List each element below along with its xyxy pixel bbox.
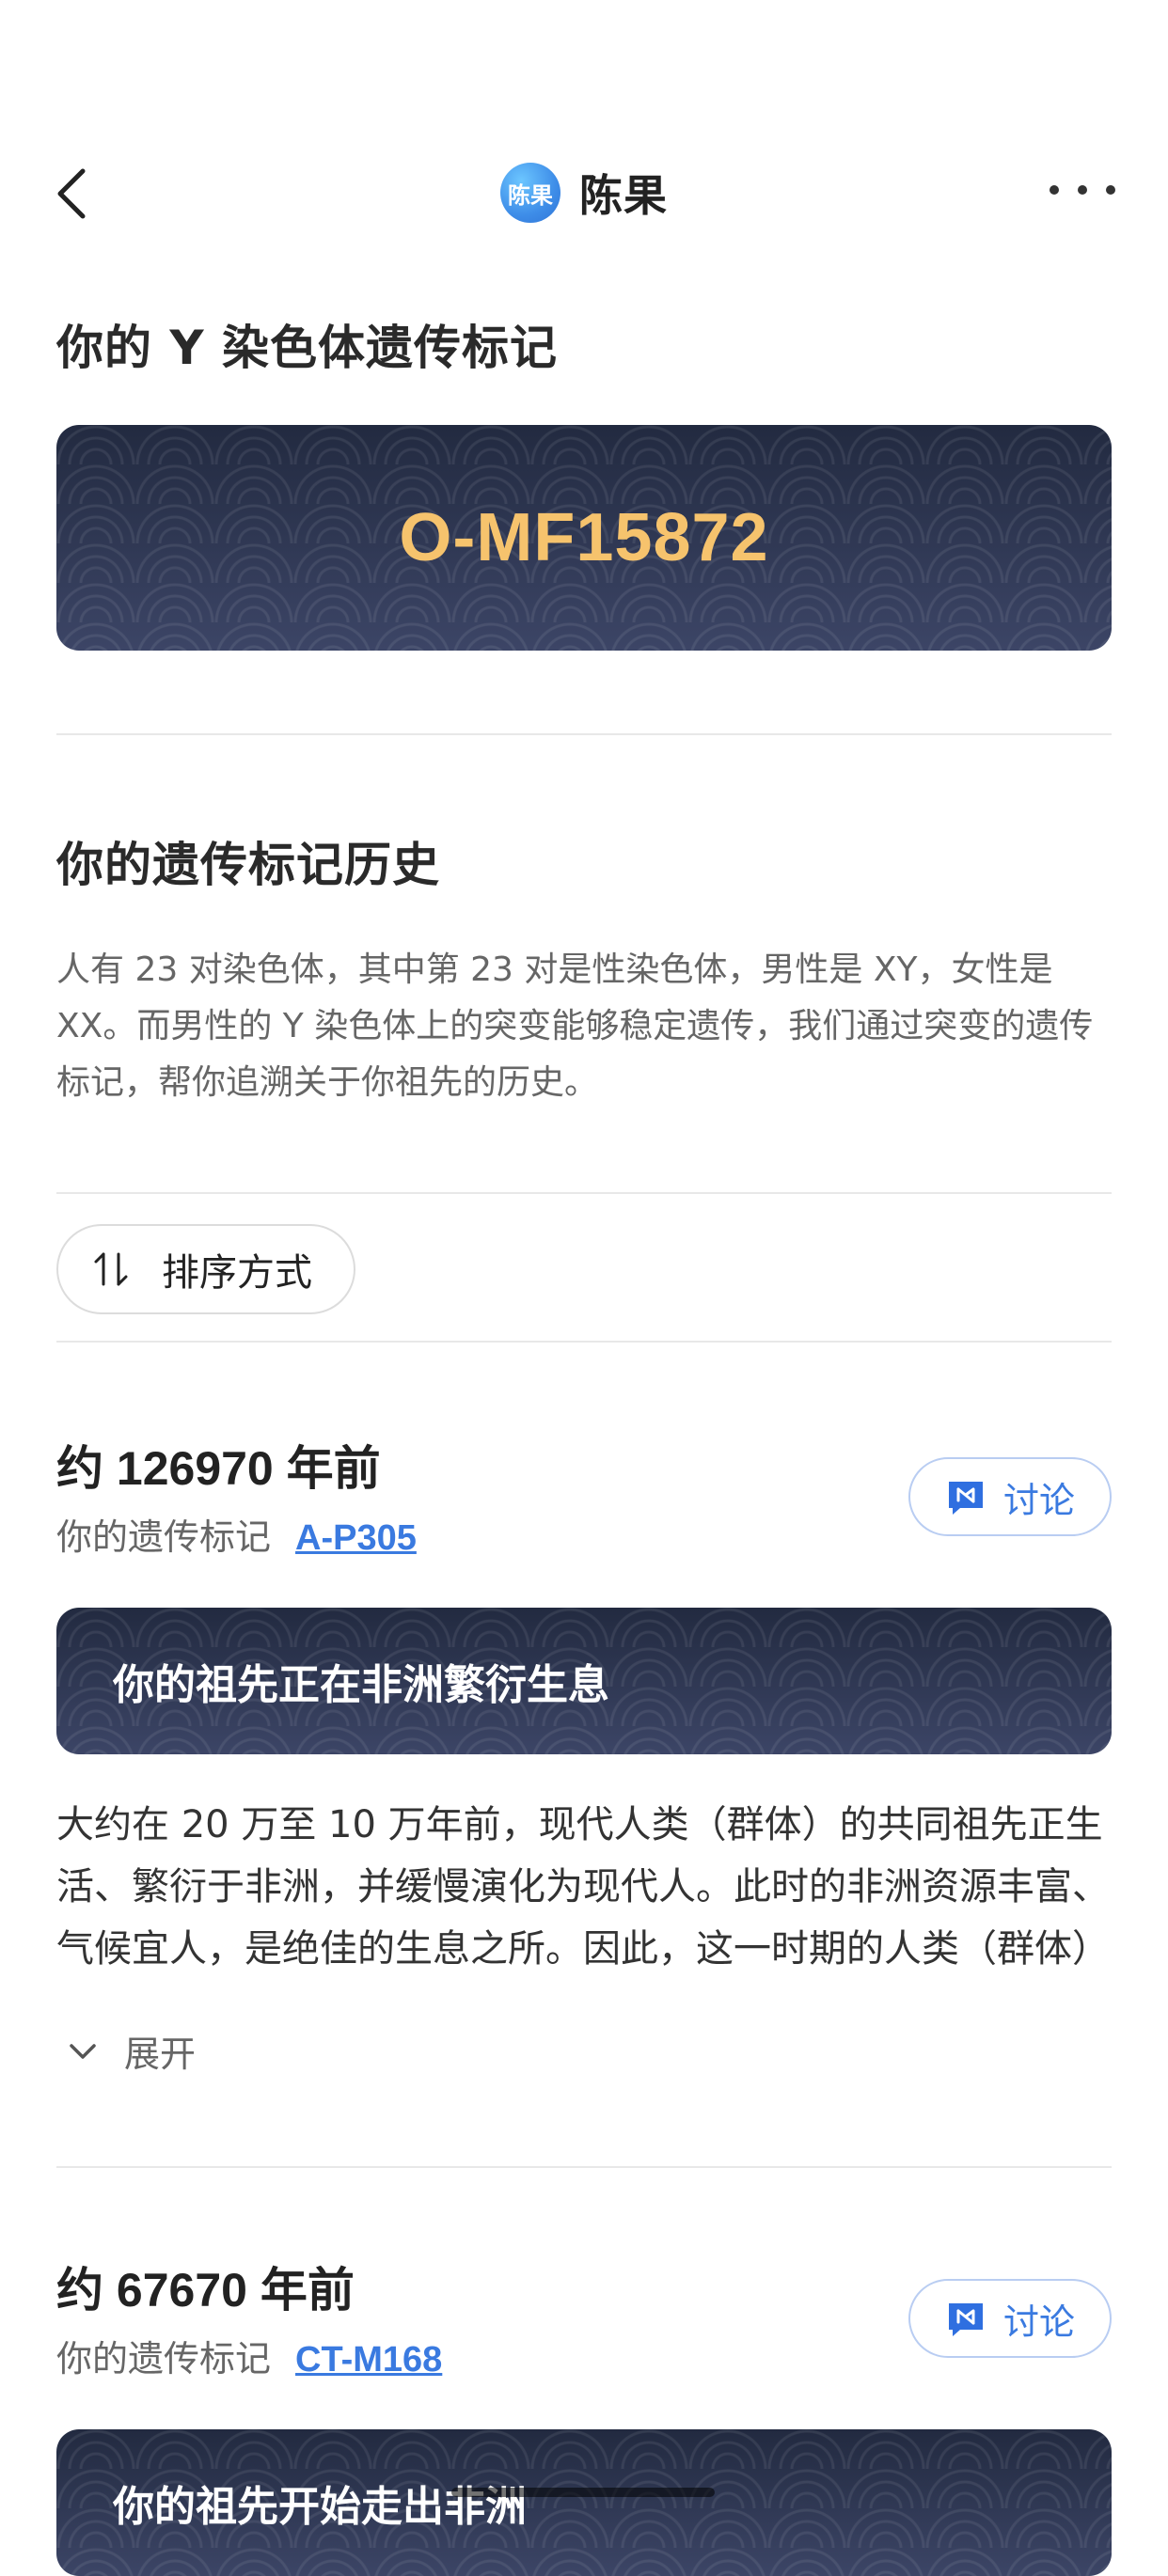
- discuss-label: 讨论: [1002, 1479, 1075, 1521]
- divider: [56, 1192, 1112, 1194]
- more-horizontal-icon: [1050, 185, 1059, 195]
- more-horizontal-icon: [1078, 185, 1087, 195]
- back-button[interactable]: [49, 165, 105, 222]
- entry-time: 约 67670 年前: [56, 2264, 355, 2317]
- story-body: 大约在 20 万至 10 万年前，现代人类（群体）的共同祖先正生活、繁衍于非洲，…: [56, 1803, 1110, 1971]
- haplogroup-value: O-MF15872: [399, 500, 769, 575]
- entry-marker-row: 你的遗传标记 A-P305: [56, 1508, 417, 1560]
- story-banner: 你的祖先正在非洲繁衍生息: [56, 1608, 1112, 1754]
- discuss-button[interactable]: 讨论: [908, 2279, 1112, 2358]
- sort-button[interactable]: 排序方式: [56, 1224, 355, 1314]
- story-title: 你的祖先正在非洲繁衍生息: [113, 1661, 609, 1709]
- top-nav-bar: 陈果 陈果: [0, 150, 1168, 235]
- home-indicator[interactable]: [451, 2488, 715, 2497]
- sort-icon: [94, 1252, 128, 1286]
- divider: [56, 1341, 1112, 1343]
- divider: [56, 733, 1112, 735]
- chat-icon: [948, 2303, 983, 2336]
- marker-label: 你的遗传标记: [56, 2338, 272, 2380]
- discuss-label: 讨论: [1002, 2301, 1075, 2343]
- marker-label: 你的遗传标记: [56, 1516, 272, 1558]
- story-title: 你的祖先开始走出非洲: [113, 2483, 527, 2531]
- story-banner: 你的祖先开始走出非洲: [56, 2429, 1112, 2576]
- haplogroup-banner: O-MF15872: [56, 425, 1112, 651]
- history-description: 人有 23 对染色体，其中第 23 对是性染色体，男性是 XY，女性是 XX。而…: [56, 950, 1094, 1102]
- entry-time: 约 126970 年前: [56, 1442, 381, 1495]
- header-title-group: 陈果 陈果: [500, 162, 668, 224]
- divider: [56, 2166, 1112, 2168]
- marker-code-link[interactable]: A-P305: [295, 1518, 417, 1559]
- chevron-left-icon: [57, 168, 86, 219]
- avatar[interactable]: 陈果: [500, 163, 560, 223]
- more-button[interactable]: [1050, 171, 1115, 209]
- expand-label: 展开: [124, 2034, 197, 2075]
- chevron-down-icon: [70, 2043, 96, 2059]
- chat-icon: [948, 1482, 983, 1515]
- entry-marker-row: 你的遗传标记 CT-M168: [56, 2330, 442, 2381]
- more-horizontal-icon: [1106, 185, 1115, 195]
- marker-code-link[interactable]: CT-M168: [295, 2340, 442, 2380]
- y-marker-heading: 你的 Y 染色体遗传标记: [56, 321, 559, 375]
- sort-label: 排序方式: [162, 1251, 312, 1295]
- expand-button[interactable]: 展开: [66, 2025, 196, 2077]
- history-heading: 你的遗传标记历史: [56, 838, 440, 892]
- page-title: 陈果: [579, 170, 668, 221]
- discuss-button[interactable]: 讨论: [908, 1457, 1112, 1536]
